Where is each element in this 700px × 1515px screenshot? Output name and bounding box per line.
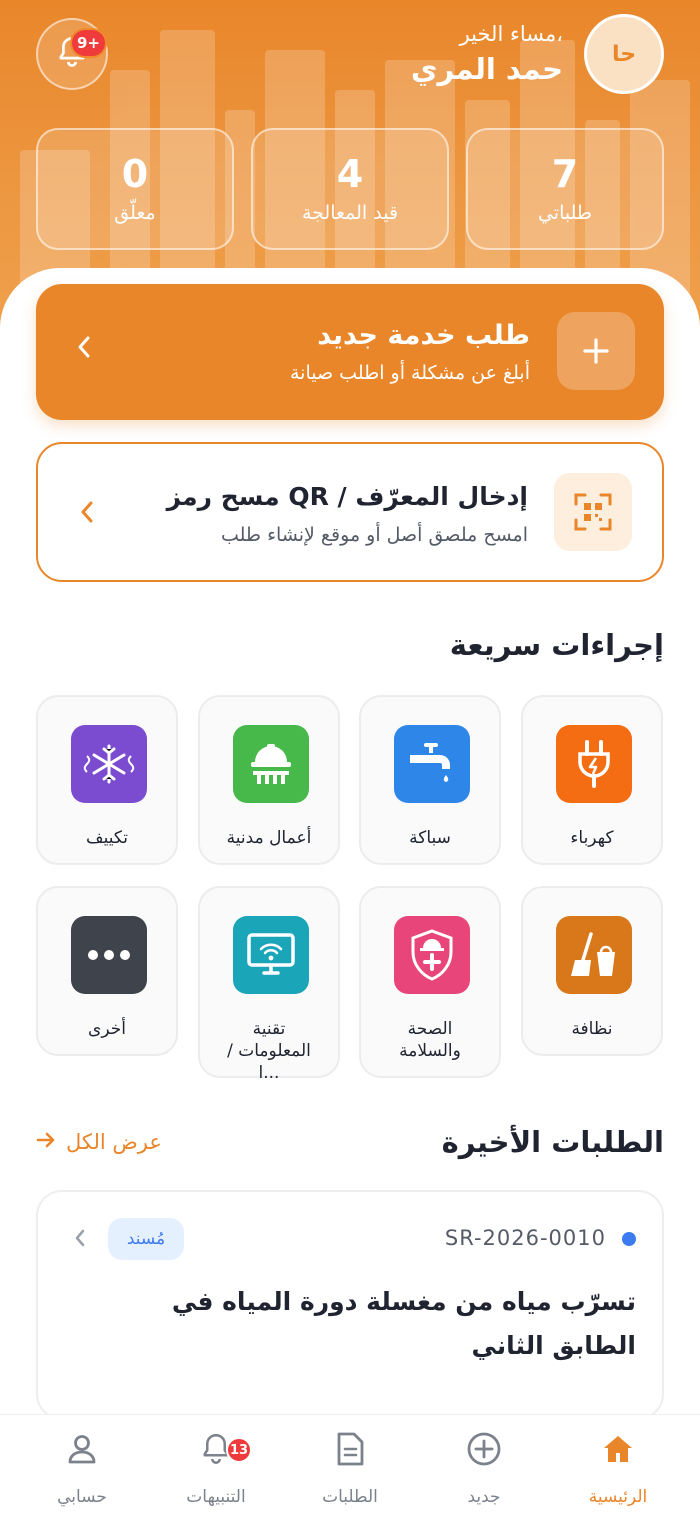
- action-it[interactable]: تقنية المعلومات / ا...: [198, 886, 340, 1083]
- stat-label: معلّق: [114, 202, 156, 224]
- qr-scan-subtitle: امسح ملصق أصل أو موقع لإنشاء طلب: [220, 524, 528, 546]
- monitor-wifi-icon: [233, 916, 309, 994]
- request-code: SR-2026-0010: [444, 1226, 606, 1250]
- shield-icon: [394, 916, 470, 994]
- view-all-link[interactable]: عرض الكل: [36, 1130, 162, 1154]
- stat-pending[interactable]: 0 معلّق: [36, 128, 234, 250]
- notification-badge: 9+: [70, 28, 108, 58]
- qr-scan-card[interactable]: مسح رمز QR / إدخال المعرّف امسح ملصق أصل…: [36, 442, 664, 582]
- helmet-icon: [233, 725, 309, 803]
- action-label: سباكة: [409, 828, 451, 848]
- greeting-text: مساء الخير،: [459, 22, 563, 46]
- chevron-left-icon: [76, 334, 92, 364]
- plus-icon: [557, 312, 635, 390]
- notification-count-badge: 13: [226, 1437, 252, 1463]
- recent-requests-title: الطلبات الأخيرة: [441, 1125, 664, 1159]
- status-dot: [622, 1232, 636, 1246]
- action-label: الصحة والسلامة: [399, 1019, 461, 1061]
- nav-new[interactable]: جديد: [414, 1429, 554, 1507]
- nav-label: جديد: [467, 1487, 501, 1507]
- new-request-subtitle: أبلغ عن مشكلة أو اطلب صيانة: [290, 362, 530, 384]
- nav-notifications[interactable]: 13 التنبيهات: [146, 1429, 286, 1507]
- new-request-title: طلب خدمة جديد: [317, 320, 530, 351]
- user-icon: [12, 1429, 152, 1469]
- snowflake-icon: [71, 725, 147, 803]
- nav-label: حسابي: [57, 1487, 107, 1507]
- nav-label: الرئيسية: [588, 1487, 648, 1507]
- stat-value: 7: [551, 152, 579, 196]
- nav-label: التنبيهات: [186, 1487, 246, 1507]
- bottom-navigation: الرئيسية جديد الطلبات 13 التنبيهات حسابي: [0, 1414, 700, 1515]
- stat-in-progress[interactable]: 4 قيد المعالجة: [251, 128, 449, 250]
- stat-my-requests[interactable]: 7 طلباتي: [466, 128, 664, 250]
- action-other[interactable]: أخرى: [36, 886, 178, 1056]
- user-name: حمد المري: [410, 52, 563, 86]
- request-card[interactable]: SR-2026-0010 مُسند تسرّب مياه من مغسلة د…: [36, 1190, 664, 1420]
- qr-code-icon: [554, 473, 632, 551]
- chevron-left-icon: [74, 1228, 86, 1252]
- action-label: كهرباء: [570, 828, 614, 848]
- action-ac[interactable]: تكييف: [36, 695, 178, 865]
- action-label: أعمال مدنية: [226, 828, 312, 848]
- request-title: تسرّب مياه من مغسلة دورة المياه في الطاب…: [171, 1287, 636, 1360]
- nav-home[interactable]: الرئيسية: [548, 1429, 688, 1507]
- action-label: تقنية المعلومات / ا...: [227, 1019, 311, 1083]
- document-icon: [280, 1429, 420, 1469]
- action-label: نظافة: [571, 1019, 613, 1039]
- action-label: أخرى: [88, 1019, 126, 1039]
- home-icon: [548, 1429, 688, 1469]
- new-request-card[interactable]: طلب خدمة جديد أبلغ عن مشكلة أو اطلب صيان…: [36, 284, 664, 420]
- nav-label: الطلبات: [322, 1487, 378, 1507]
- stat-label: طلباتي: [537, 202, 593, 224]
- avatar[interactable]: حا: [584, 14, 664, 94]
- action-plumbing[interactable]: سباكة: [359, 695, 501, 865]
- nav-requests[interactable]: الطلبات: [280, 1429, 420, 1507]
- action-cleaning[interactable]: نظافة: [521, 886, 663, 1056]
- bell-icon: [146, 1429, 286, 1469]
- status-badge: مُسند: [108, 1218, 184, 1260]
- action-civil-works[interactable]: أعمال مدنية: [198, 695, 340, 865]
- chevron-left-icon: [80, 500, 94, 528]
- qr-scan-title: مسح رمز QR / إدخال المعرّف: [166, 482, 528, 511]
- action-health-safety[interactable]: الصحة والسلامة: [359, 886, 501, 1078]
- action-label: تكييف: [86, 828, 128, 848]
- nav-account[interactable]: حسابي: [12, 1429, 152, 1507]
- broom-icon: [556, 916, 632, 994]
- stat-value: 0: [121, 152, 149, 196]
- quick-actions-title: إجراءات سريعة: [449, 628, 664, 662]
- arrow-right-icon: [36, 1130, 56, 1154]
- faucet-icon: [394, 725, 470, 803]
- action-electricity[interactable]: كهرباء: [521, 695, 663, 865]
- stat-value: 4: [336, 152, 364, 196]
- plug-icon: [556, 725, 632, 803]
- stat-label: قيد المعالجة: [301, 202, 399, 224]
- more-icon: [71, 916, 147, 994]
- plus-circle-icon: [414, 1429, 554, 1469]
- view-all-label: عرض الكل: [66, 1130, 162, 1154]
